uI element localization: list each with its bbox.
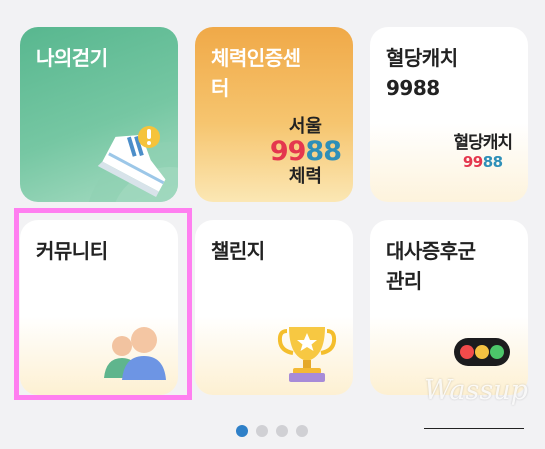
tile-my-walking[interactable]: 나의걷기	[20, 27, 178, 202]
tile-label: 챌린지	[211, 239, 265, 263]
selection-highlight	[14, 208, 192, 400]
page-dot-4[interactable]	[296, 425, 308, 437]
watermark-underline	[424, 428, 524, 429]
blood-sugar-catch-logo: 혈당캐치 9988	[453, 133, 513, 172]
tile-metabolic-syndrome-management[interactable]: 대사증후군 관리	[370, 220, 528, 395]
tile-fitness-certification-center[interactable]: 체력인증센 터 서울 9988 체력	[195, 27, 353, 202]
page-dot-2[interactable]	[256, 425, 268, 437]
page-dot-3[interactable]	[276, 425, 288, 437]
page-dot-1[interactable]	[236, 425, 248, 437]
trophy-icon	[277, 327, 337, 382]
watermark: Wassup	[424, 375, 528, 406]
traffic-light-icon	[454, 338, 510, 366]
tile-label: 체력인증센 터	[211, 46, 301, 100]
tile-challenge[interactable]: 챌린지	[195, 220, 353, 395]
tile-blood-sugar-catch-9988[interactable]: 혈당캐치 9988 혈당캐치 9988	[370, 27, 528, 202]
tile-label: 대사증후군 관리	[386, 239, 476, 293]
pagination-dots[interactable]	[236, 425, 308, 437]
tile-label: 혈당캐치 9988	[386, 46, 458, 100]
seoul-9988-fitness-logo: 서울 9988 체력	[269, 116, 342, 187]
walking-shoe-icon	[88, 126, 178, 202]
